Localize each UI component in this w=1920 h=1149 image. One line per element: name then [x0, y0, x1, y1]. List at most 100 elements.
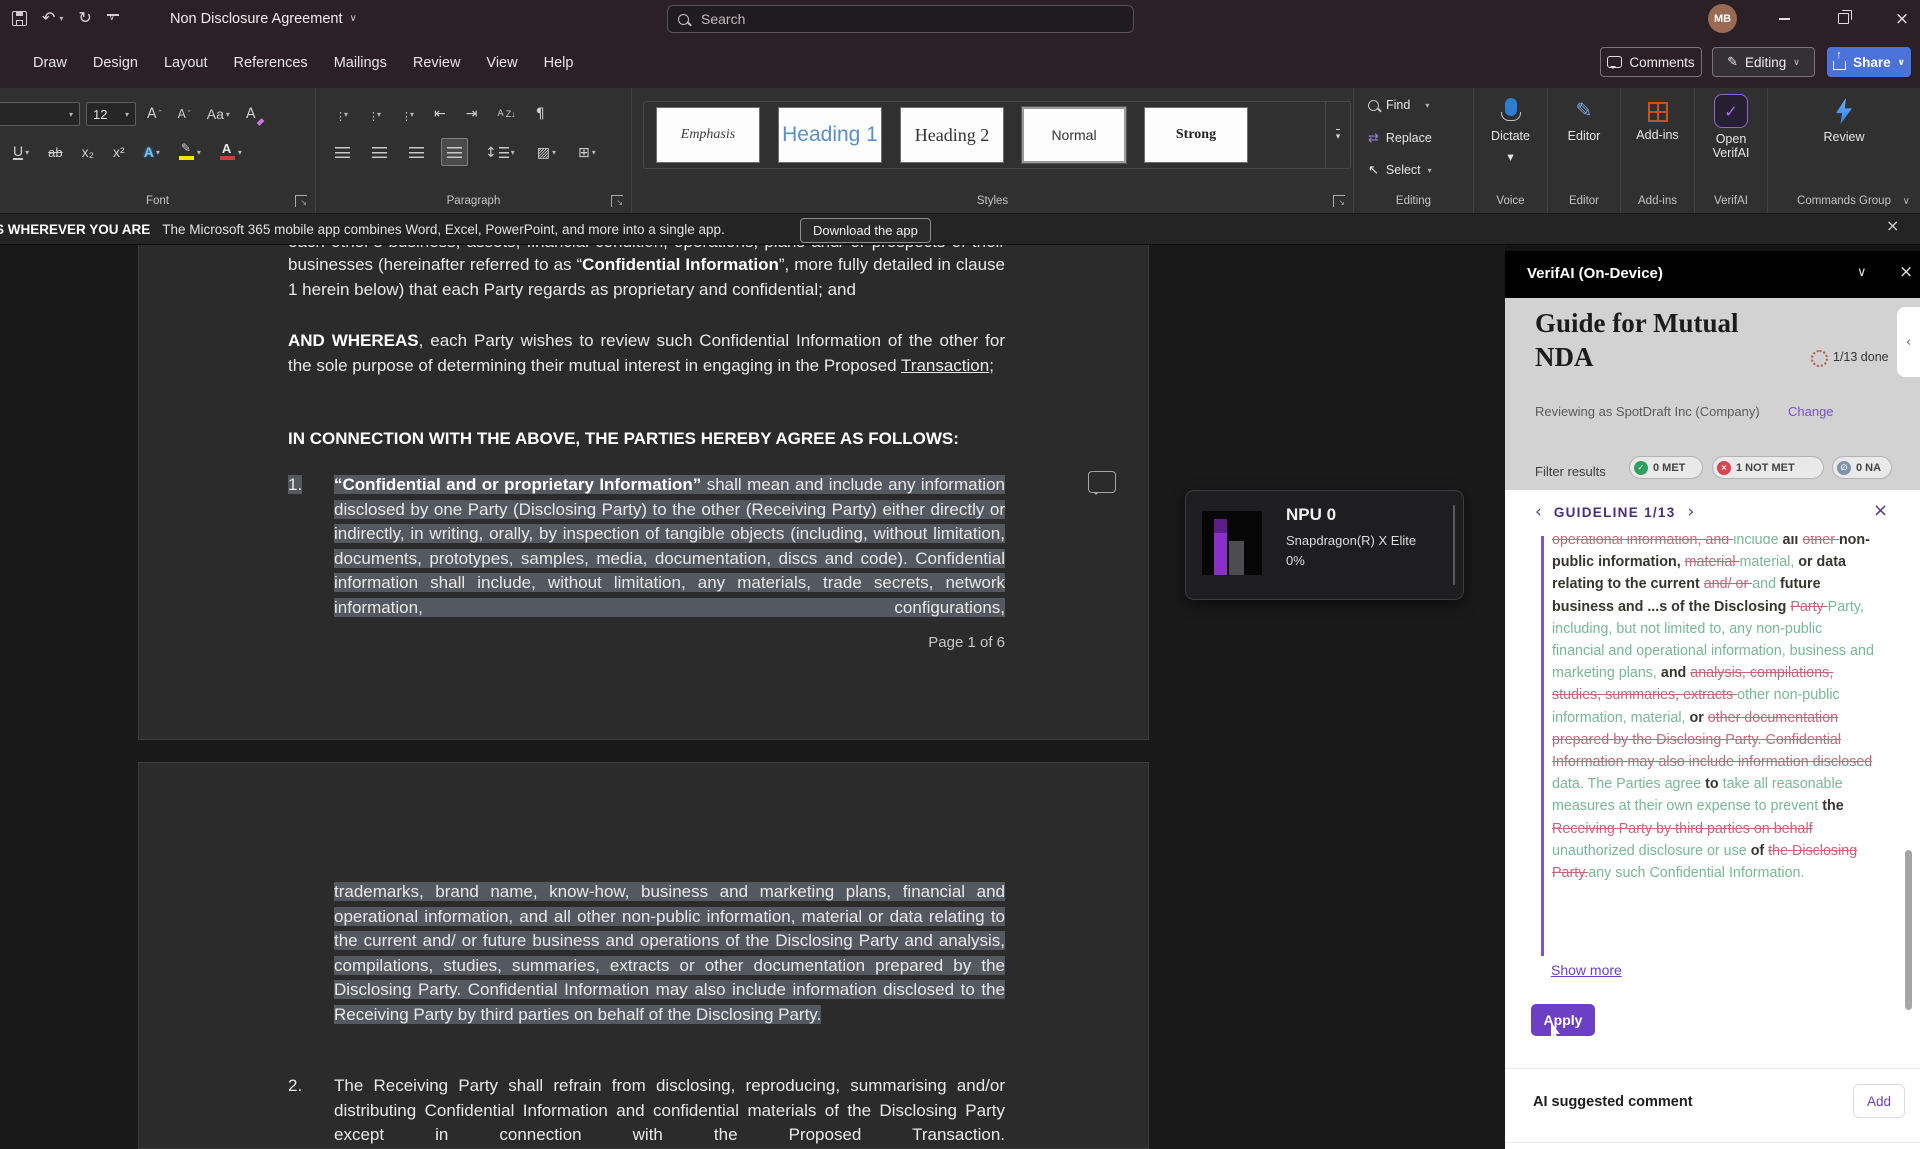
subscript-button[interactable]: x₂ [77, 139, 99, 165]
tab-layout[interactable]: Layout [151, 55, 221, 71]
font-dialog-launcher-icon[interactable] [295, 195, 307, 207]
styles-dialog-launcher-icon[interactable] [1333, 195, 1345, 207]
addins-button[interactable]: Add-ins [1621, 98, 1694, 142]
style-heading2[interactable]: Heading 2 [900, 107, 1004, 163]
panel-close-icon[interactable] [1899, 262, 1913, 282]
open-verifai-button[interactable]: Open VerifAI [1695, 94, 1767, 160]
add-comment-button[interactable]: Add [1853, 1084, 1905, 1118]
line-spacing-button[interactable] [480, 139, 520, 165]
addins-grid-icon [1648, 102, 1668, 122]
panel-expand-tab[interactable] [1897, 307, 1920, 377]
editor-pen-icon [1576, 98, 1593, 123]
editor-button[interactable]: Editor [1548, 98, 1620, 143]
align-center-button[interactable] [367, 139, 392, 165]
customize-toolbar-icon[interactable] [107, 14, 119, 24]
find-button[interactable]: Find [1368, 98, 1429, 112]
style-strong[interactable]: Strong [1144, 107, 1248, 163]
align-left-button[interactable] [330, 139, 355, 165]
filter-not-met-pill[interactable]: 1 NOT MET [1712, 456, 1824, 479]
show-paragraph-marks-button[interactable] [531, 101, 550, 127]
text-effects-button[interactable]: A [139, 139, 165, 165]
style-heading1[interactable]: Heading 1 [778, 107, 882, 163]
decrease-indent-button[interactable] [429, 101, 451, 127]
borders-button[interactable] [573, 139, 601, 165]
banner-close-icon[interactable] [1886, 216, 1899, 236]
numbered-list-button[interactable] [363, 101, 386, 127]
comments-button[interactable]: Comments [1600, 47, 1702, 77]
show-more-link[interactable]: Show more [1551, 962, 1622, 978]
tab-mailings[interactable]: Mailings [321, 55, 400, 71]
comment-marker-icon[interactable] [1088, 471, 1116, 493]
avatar[interactable]: MB [1708, 4, 1737, 33]
dictate-button[interactable]: Dictate [1474, 98, 1547, 164]
sort-button[interactable] [493, 101, 521, 127]
document-page-2[interactable]: trademarks, brand name, know-how, busine… [138, 762, 1149, 1149]
undo-icon[interactable] [42, 10, 55, 27]
search-field[interactable] [699, 10, 1123, 28]
panel-collapse-icon[interactable] [1857, 264, 1867, 280]
clause-1-text: “Confidential and or proprietary Informa… [334, 473, 1005, 620]
guideline-close-icon[interactable] [1873, 500, 1888, 521]
font-name-combo[interactable] [0, 102, 80, 126]
tab-view[interactable]: View [473, 55, 530, 71]
filter-na-pill[interactable]: 0 NA [1832, 456, 1892, 479]
justify-button[interactable] [441, 138, 468, 166]
close-button[interactable] [1885, 0, 1919, 37]
tab-design[interactable]: Design [80, 55, 151, 71]
clear-formatting-button[interactable] [241, 101, 261, 127]
align-right-button[interactable] [404, 139, 429, 165]
superscript-button[interactable]: x² [108, 139, 130, 165]
search-icon [678, 14, 689, 25]
tab-references[interactable]: References [221, 55, 321, 71]
styles-gallery-more-button[interactable] [1325, 102, 1350, 168]
document-title-text: Non Disclosure Agreement [170, 11, 342, 27]
undo-dropdown-icon[interactable] [59, 14, 63, 23]
underline-button[interactable]: U [8, 139, 34, 165]
banner-message: The Microsoft 365 mobile app combines Wo… [162, 222, 725, 237]
paragraph-dialog-launcher-icon[interactable] [611, 195, 623, 207]
restore-button[interactable] [1826, 0, 1860, 37]
strikethrough-button[interactable]: ab [43, 139, 67, 165]
review-command-button[interactable]: Review [1768, 98, 1920, 144]
style-normal[interactable]: Normal [1022, 107, 1126, 163]
minimize-button[interactable] [1767, 0, 1801, 37]
document-title[interactable]: Non Disclosure Agreement [170, 0, 357, 37]
tab-review[interactable]: Review [400, 55, 474, 71]
search-input[interactable] [667, 5, 1134, 33]
tab-help[interactable]: Help [531, 55, 587, 71]
npu-usage-graph [1202, 511, 1262, 575]
collapse-ribbon-icon[interactable] [1903, 196, 1910, 207]
apply-button[interactable]: Apply [1531, 1004, 1595, 1036]
editing-mode-button[interactable]: Editing [1712, 47, 1815, 77]
change-link[interactable]: Change [1788, 404, 1834, 419]
font-group: 12 Aa U ab x₂ x² A Font [0, 88, 316, 213]
next-guideline-icon[interactable] [1688, 502, 1695, 522]
save-icon[interactable] [12, 11, 27, 26]
guideline-navigation: GUIDELINE 1/13 [1535, 502, 1694, 522]
editor-group: Editor Editor [1548, 88, 1621, 213]
find-icon [1368, 100, 1379, 111]
font-size-combo[interactable]: 12 [86, 102, 136, 126]
replace-button[interactable]: Replace [1368, 130, 1432, 146]
share-button[interactable]: Share [1827, 47, 1911, 77]
highlight-color-button[interactable] [174, 139, 206, 165]
bullet-list-button[interactable] [330, 101, 353, 127]
increase-indent-button[interactable] [461, 101, 483, 127]
style-emphasis[interactable]: Emphasis [656, 107, 760, 163]
shading-button[interactable] [532, 139, 561, 165]
select-icon [1368, 162, 1379, 178]
change-case-button[interactable]: Aa [202, 101, 235, 127]
download-app-button[interactable]: Download the app [800, 218, 931, 243]
font-color-button[interactable] [215, 139, 247, 165]
redo-icon[interactable] [78, 10, 91, 27]
multilevel-list-button[interactable] [396, 101, 419, 127]
document-page-1[interactable]: each other’s business, assets, financial… [138, 245, 1149, 740]
tab-draw[interactable]: Draw [20, 55, 80, 71]
grow-font-button[interactable] [142, 101, 167, 127]
filter-met-pill[interactable]: 0 MET [1629, 456, 1703, 479]
previous-guideline-icon[interactable] [1535, 502, 1542, 522]
panel-scrollbar[interactable] [1905, 850, 1912, 1010]
select-button[interactable]: Select [1368, 162, 1432, 178]
verifai-panel-header: VerifAI (On-Device) [1505, 251, 1920, 298]
shrink-font-button[interactable] [173, 101, 196, 127]
